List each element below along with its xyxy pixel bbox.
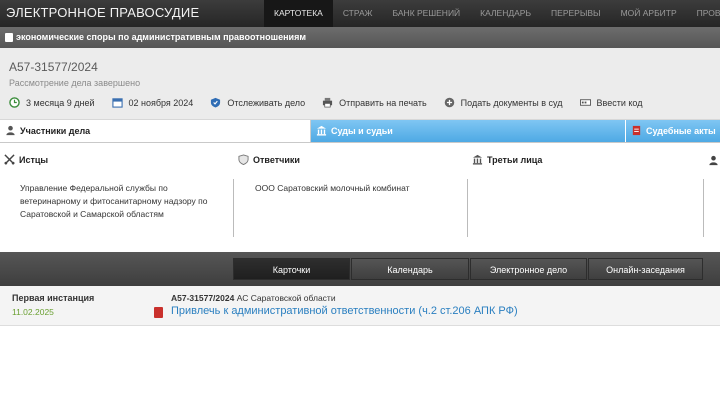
tab-courts[interactable]: Суды и судьи (311, 120, 625, 142)
person-icon (6, 125, 15, 136)
case-category-bar: экономические споры по административным … (0, 27, 720, 48)
case-actions: 3 месяца 9 дней 02 ноября 2024 Отслежива… (9, 97, 659, 108)
tab-cards[interactable]: Карточки (233, 258, 350, 280)
nav-strazh[interactable]: СТРАЖ (333, 0, 383, 27)
third-parties-heading: Третьи лица (472, 154, 543, 165)
tab-parties[interactable]: Участники дела (0, 120, 311, 142)
print-label: Отправить на печать (339, 97, 427, 108)
enter-code-button[interactable]: Ввести код (579, 97, 643, 108)
person-icon (709, 155, 718, 166)
case-tabs: Участники дела Суды и судьи Судебные акт… (0, 120, 720, 142)
pdf-icon[interactable] (154, 307, 163, 318)
filing-date-label: 02 ноября 2024 (128, 97, 194, 108)
tab-acts-label: Судебные акты (646, 126, 716, 136)
tab-acts[interactable]: Судебные акты (626, 120, 720, 142)
tab-calendar[interactable]: Календарь (351, 258, 469, 280)
tab-parties-label: Участники дела (20, 126, 91, 136)
duration-info: 3 месяца 9 дней (9, 97, 95, 108)
crossed-swords-icon (4, 154, 15, 165)
defendant-name[interactable]: ООО Саратовский молочный комбинат (255, 182, 455, 195)
filing-date-info: 02 ноября 2024 (111, 97, 194, 108)
instance-document-link[interactable]: Привлечь к административной ответственно… (171, 305, 518, 317)
instance-level: Первая инстанция (12, 293, 95, 303)
nav-breaks[interactable]: ПЕРЕРЫВЫ (541, 0, 611, 27)
track-case-button[interactable]: Отслеживать дело (210, 97, 305, 108)
submit-documents-button[interactable]: Подать документы в суд (444, 97, 563, 108)
tab-courts-label: Суды и судьи (331, 126, 393, 136)
top-navbar: ЭЛЕКТРОННОЕ ПРАВОСУДИЕ КАРТОТЕКА СТРАЖ Б… (0, 0, 720, 27)
case-number: А57-31577/2024 (9, 60, 98, 74)
enter-code-label: Ввести код (596, 97, 643, 108)
courthouse-icon (316, 125, 327, 136)
courthouse-icon (472, 154, 483, 165)
defendants-heading: Ответчики (238, 154, 300, 165)
instance-date: 11.02.2025 (12, 307, 54, 317)
instance-court: АС Саратовской области (236, 293, 336, 303)
case-status: Рассмотрение дела завершено (9, 78, 141, 88)
defendants-title: Ответчики (253, 155, 300, 165)
parties-panel: Истцы Управление Федеральной службы по в… (0, 142, 720, 252)
code-icon (579, 99, 591, 106)
printer-icon (323, 97, 333, 108)
print-button[interactable]: Отправить на печать (322, 97, 427, 108)
shield-outline-icon (238, 154, 249, 165)
column-divider (467, 179, 468, 237)
instance-case-number: А57-31577/2024 (171, 293, 235, 303)
track-case-label: Отслеживать дело (227, 97, 306, 108)
site-brand[interactable]: ЭЛЕКТРОННОЕ ПРАВОСУДИЕ (6, 5, 199, 20)
instance-row: Первая инстанция 11.02.2025 А57-31577/20… (0, 286, 720, 326)
main-nav: КАРТОТЕКА СТРАЖ БАНК РЕШЕНИЙ КАЛЕНДАРЬ П… (264, 0, 720, 27)
case-category: экономические споры по административным … (16, 32, 306, 42)
nav-bank-resheniy[interactable]: БАНК РЕШЕНИЙ (383, 0, 471, 27)
submit-documents-label: Подать документы в суд (460, 97, 563, 108)
shield-icon (211, 97, 221, 108)
column-divider (233, 179, 234, 237)
nav-kartoteka[interactable]: КАРТОТЕКА (264, 0, 333, 27)
calendar-icon (111, 98, 123, 108)
case-header: А57-31577/2024 Рассмотрение дела заверше… (0, 48, 720, 120)
tab-electronic-case[interactable]: Электронное дело (470, 258, 587, 280)
plaintiff-name[interactable]: Управление Федеральной службы по ветерин… (20, 182, 225, 221)
third-parties-title: Третьи лица (487, 155, 543, 165)
duration-label: 3 месяца 9 дней (26, 97, 95, 108)
tab-online-sessions[interactable]: Онлайн-заседания (588, 258, 703, 280)
plaintiffs-heading: Истцы (4, 154, 49, 165)
plus-circle-icon (444, 97, 454, 108)
nav-moy-arbitr[interactable]: МОЙ АРБИТР (611, 0, 687, 27)
nav-calendar[interactable]: КАЛЕНДАРЬ (470, 0, 541, 27)
plaintiffs-title: Истцы (19, 155, 49, 165)
instance-case-info: А57-31577/2024 АС Саратовской области (171, 293, 336, 303)
document-icon (5, 33, 13, 42)
column-divider (703, 179, 704, 237)
nav-check[interactable]: ПРОВЕР (687, 0, 720, 27)
pdf-icon (632, 125, 641, 136)
clock-icon (9, 97, 20, 108)
view-tabs-bar: Карточки Календарь Электронное дело Онла… (0, 252, 720, 286)
